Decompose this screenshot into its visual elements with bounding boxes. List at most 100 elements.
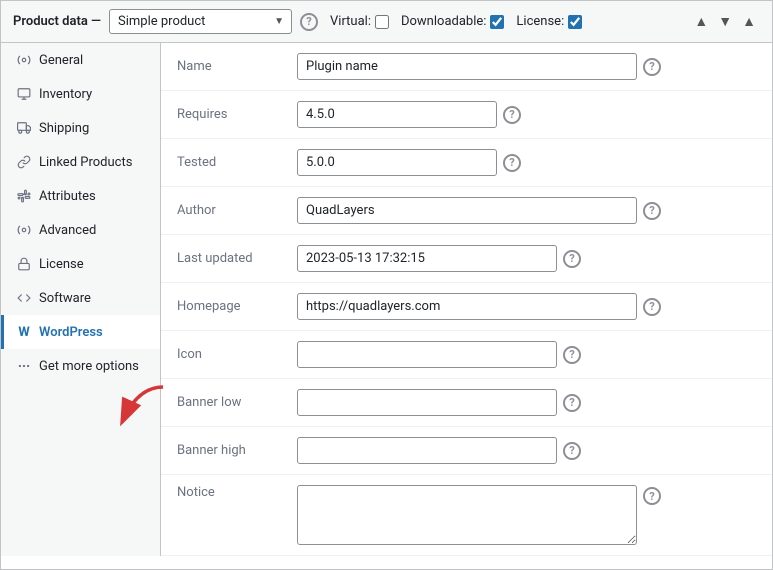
product-type-help-icon[interactable]: ?	[300, 13, 318, 31]
banner-low-help-icon[interactable]: ?	[563, 394, 581, 412]
requires-help-icon[interactable]: ?	[503, 106, 521, 124]
sidebar-item-get-more-options[interactable]: Get more options	[1, 349, 160, 383]
general-icon	[16, 52, 32, 68]
notice-label: Notice	[177, 485, 297, 500]
downloadable-checkbox-label[interactable]: Downloadable:	[401, 14, 504, 29]
main-content: Name ? Requires ? Tested ?	[161, 43, 772, 556]
author-help-icon[interactable]: ?	[643, 202, 661, 220]
sidebar-item-wordpress[interactable]: W WordPress	[1, 315, 160, 349]
sidebar-item-linked-products[interactable]: Linked Products	[1, 145, 160, 179]
nav-collapse-button[interactable]: ▲	[738, 11, 760, 32]
last-updated-label: Last updated	[177, 251, 297, 266]
get-more-options-icon	[16, 358, 32, 374]
product-data-header: Product data — Simple product Variable p…	[1, 1, 772, 43]
field-row-author: Author ?	[161, 187, 772, 235]
last-updated-input-wrap: ?	[297, 245, 756, 272]
homepage-label: Homepage	[177, 299, 297, 314]
banner-high-input[interactable]	[297, 437, 557, 464]
sidebar-item-advanced[interactable]: Advanced	[1, 213, 160, 247]
downloadable-checkbox[interactable]	[490, 15, 504, 29]
banner-low-input[interactable]	[297, 389, 557, 416]
attributes-icon	[16, 188, 32, 204]
sidebar-item-attributes[interactable]: Attributes	[1, 179, 160, 213]
nav-down-button[interactable]: ▼	[714, 11, 736, 32]
software-icon	[16, 290, 32, 306]
shipping-label: Shipping	[39, 121, 89, 136]
sidebar: General Inventory Shipping Linked Produc…	[1, 43, 161, 556]
license-label: License	[39, 257, 84, 272]
requires-label: Requires	[177, 107, 297, 122]
tested-input[interactable]	[297, 149, 497, 176]
product-type-select[interactable]: Simple product Variable product Grouped …	[109, 9, 292, 34]
field-row-banner-low: Banner low ?	[161, 379, 772, 427]
product-type-select-wrap: Simple product Variable product Grouped …	[109, 9, 292, 34]
banner-low-label: Banner low	[177, 395, 297, 410]
software-label: Software	[39, 291, 91, 306]
homepage-input[interactable]	[297, 293, 637, 320]
tested-help-icon[interactable]: ?	[503, 154, 521, 172]
icon-input-wrap: ?	[297, 341, 756, 368]
author-input-wrap: ?	[297, 197, 756, 224]
notice-help-icon[interactable]: ?	[643, 487, 661, 505]
homepage-help-icon[interactable]: ?	[643, 298, 661, 316]
field-row-icon: Icon ?	[161, 331, 772, 379]
virtual-checkbox-label[interactable]: Virtual:	[330, 14, 389, 29]
icon-input[interactable]	[297, 341, 557, 368]
banner-high-input-wrap: ?	[297, 437, 756, 464]
sidebar-item-software[interactable]: Software	[1, 281, 160, 315]
virtual-checkbox[interactable]	[375, 15, 389, 29]
last-updated-input[interactable]	[297, 245, 557, 272]
license-icon	[16, 256, 32, 272]
general-label: General	[39, 53, 83, 68]
sidebar-item-inventory[interactable]: Inventory	[1, 77, 160, 111]
field-row-banner-high: Banner high ?	[161, 427, 772, 475]
wordpress-label: WordPress	[39, 325, 103, 340]
header-nav: ▲ ▼ ▲	[690, 11, 760, 32]
downloadable-label: Downloadable:	[401, 14, 486, 29]
banner-high-label: Banner high	[177, 443, 297, 458]
linked-products-label: Linked Products	[39, 155, 132, 170]
tested-label: Tested	[177, 155, 297, 170]
field-row-requires: Requires ?	[161, 91, 772, 139]
field-row-name: Name ?	[161, 43, 772, 91]
name-input[interactable]	[297, 53, 637, 80]
sidebar-item-general[interactable]: General	[1, 43, 160, 77]
field-row-notice: Notice ?	[161, 475, 772, 556]
notice-input-wrap: ?	[297, 485, 756, 545]
license-label: License:	[516, 14, 564, 29]
banner-high-help-icon[interactable]: ?	[563, 442, 581, 460]
sidebar-item-shipping[interactable]: Shipping	[1, 111, 160, 145]
advanced-icon	[16, 222, 32, 238]
requires-input-wrap: ?	[297, 101, 756, 128]
field-row-last-updated: Last updated ?	[161, 235, 772, 283]
product-data-label: Product data —	[13, 14, 101, 29]
nav-up-button[interactable]: ▲	[690, 11, 712, 32]
sidebar-item-license[interactable]: License	[1, 247, 160, 281]
virtual-label: Virtual:	[330, 14, 371, 29]
inventory-label: Inventory	[39, 87, 92, 102]
advanced-label: Advanced	[39, 223, 96, 238]
requires-input[interactable]	[297, 101, 497, 128]
author-input[interactable]	[297, 197, 637, 224]
field-row-homepage: Homepage ?	[161, 283, 772, 331]
homepage-input-wrap: ?	[297, 293, 756, 320]
wordpress-icon: W	[16, 324, 32, 340]
linked-products-icon	[16, 154, 32, 170]
inventory-icon	[16, 86, 32, 102]
banner-low-input-wrap: ?	[297, 389, 756, 416]
product-checkboxes: Virtual: Downloadable: License:	[330, 14, 582, 29]
license-checkbox-label[interactable]: License:	[516, 14, 582, 29]
shipping-icon	[16, 120, 32, 136]
icon-label: Icon	[177, 347, 297, 362]
name-input-wrap: ?	[297, 53, 756, 80]
name-help-icon[interactable]: ?	[643, 58, 661, 76]
license-checkbox[interactable]	[568, 15, 582, 29]
notice-textarea[interactable]	[297, 485, 637, 545]
last-updated-help-icon[interactable]: ?	[563, 250, 581, 268]
attributes-label: Attributes	[39, 189, 96, 204]
author-label: Author	[177, 203, 297, 218]
icon-help-icon[interactable]: ?	[563, 346, 581, 364]
get-more-options-label: Get more options	[39, 359, 139, 374]
field-row-tested: Tested ?	[161, 139, 772, 187]
product-data-container: Product data — Simple product Variable p…	[0, 0, 773, 570]
